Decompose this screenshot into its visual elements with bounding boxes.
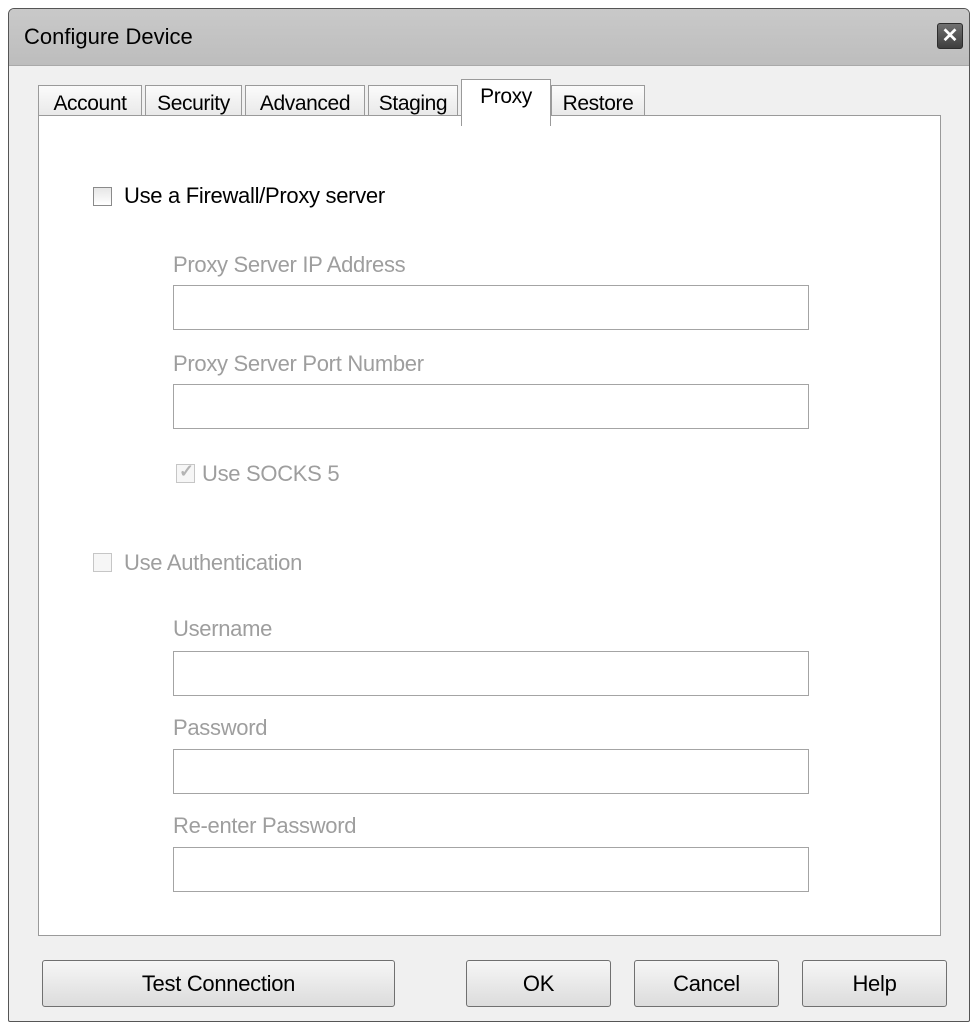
title-bar[interactable]: Configure Device ✕ <box>9 9 969 66</box>
username-label: Username <box>173 616 273 641</box>
cancel-button[interactable]: Cancel <box>634 960 779 1007</box>
use-proxy-label[interactable]: Use a Firewall/Proxy server <box>124 183 385 209</box>
use-proxy-checkbox[interactable] <box>93 187 112 206</box>
test-connection-button[interactable]: Test Connection <box>42 960 395 1007</box>
use-authentication-label[interactable]: Use Authentication <box>124 550 302 576</box>
password-input[interactable] <box>173 749 809 794</box>
socks5-checkbox[interactable]: ✓ <box>176 461 195 483</box>
username-input[interactable] <box>173 651 809 696</box>
use-authentication-checkbox[interactable] <box>93 553 112 572</box>
socks5-label[interactable]: Use SOCKS 5 <box>202 461 340 487</box>
proxy-ip-input[interactable] <box>173 285 809 330</box>
proxy-port-input[interactable] <box>173 384 809 429</box>
reenter-password-label: Re-enter Password <box>173 813 357 838</box>
proxy-port-label: Proxy Server Port Number <box>173 351 424 376</box>
proxy-tab-panel: Use a Firewall/Proxy server Proxy Server… <box>38 115 941 936</box>
ok-button[interactable]: OK <box>466 960 611 1007</box>
password-label: Password <box>173 715 268 740</box>
close-icon: ✕ <box>941 25 959 47</box>
proxy-ip-label: Proxy Server IP Address <box>173 252 406 277</box>
tab-proxy[interactable]: Proxy <box>461 79 551 126</box>
checkmark-icon: ✓ <box>178 461 195 481</box>
configure-device-dialog: Configure Device ✕ Account Security Adva… <box>8 8 970 1022</box>
reenter-password-input[interactable] <box>173 847 809 892</box>
dialog-title: Configure Device <box>24 24 193 49</box>
close-button[interactable]: ✕ <box>937 23 963 49</box>
help-button[interactable]: Help <box>802 960 947 1007</box>
